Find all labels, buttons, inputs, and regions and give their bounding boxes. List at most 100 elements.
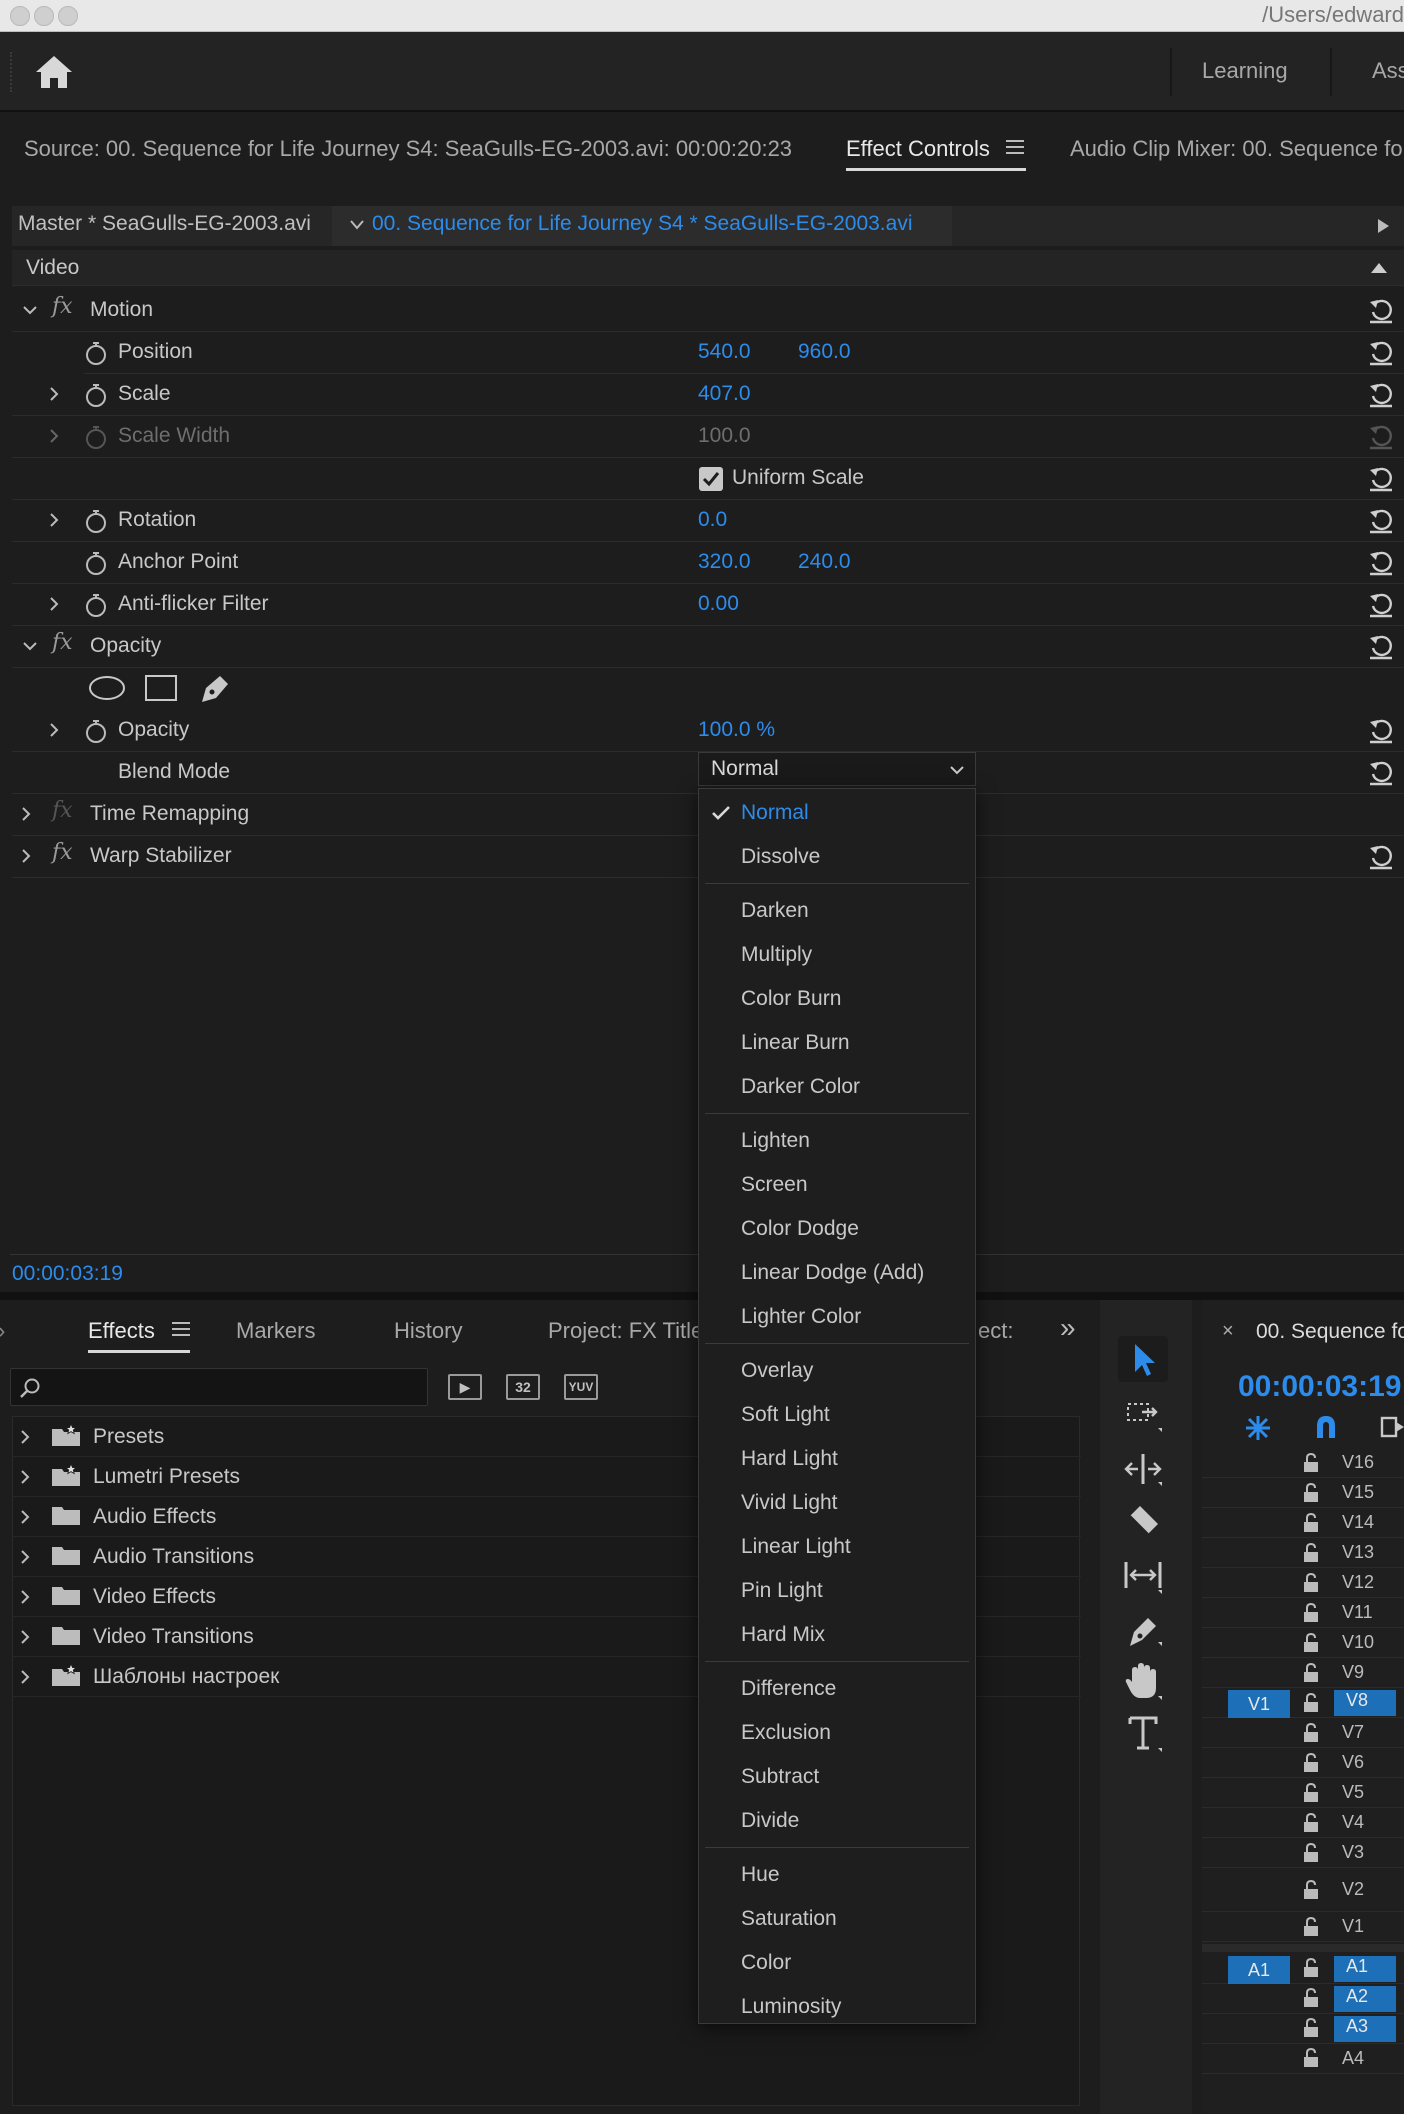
yuv-effects-icon[interactable]: YUV — [564, 1374, 598, 1400]
stopwatch-icon[interactable] — [84, 382, 108, 408]
reset-icon[interactable] — [1366, 758, 1396, 788]
panel-menu-icon[interactable] — [1006, 140, 1024, 154]
chevron-right-icon[interactable] — [15, 1667, 35, 1687]
track-name[interactable]: V15 — [1342, 1482, 1374, 1503]
current-timecode[interactable]: 00:00:03:19 — [12, 1262, 123, 1286]
blend-option-hard-mix[interactable]: Hard Mix — [699, 1613, 975, 1657]
panel-menu-icon[interactable] — [172, 1322, 190, 1336]
blend-option-color-dodge[interactable]: Color Dodge — [699, 1207, 975, 1251]
chevron-right-icon[interactable] — [15, 1627, 35, 1647]
anchor-x-value[interactable]: 320.0 — [698, 550, 751, 574]
blend-option-linear-light[interactable]: Linear Light — [699, 1525, 975, 1569]
track-header-v5[interactable]: V5 — [1202, 1778, 1404, 1808]
track-header-v10[interactable]: V10 — [1202, 1628, 1404, 1658]
linked-selection-icon[interactable] — [1378, 1412, 1404, 1442]
blend-option-lighten[interactable]: Lighten — [699, 1119, 975, 1163]
blend-option-pin-light[interactable]: Pin Light — [699, 1569, 975, 1613]
blend-option-screen[interactable]: Screen — [699, 1163, 975, 1207]
source-patch-v1[interactable]: V1 — [1228, 1690, 1290, 1718]
effect-row-opacity[interactable]: fx Opacity — [12, 626, 1404, 668]
reset-icon[interactable] — [1366, 632, 1396, 662]
position-y-value[interactable]: 960.0 — [798, 340, 851, 364]
rectangle-mask-icon[interactable] — [144, 674, 178, 702]
reset-icon[interactable] — [1366, 380, 1396, 410]
track-name[interactable]: V9 — [1342, 1662, 1364, 1683]
opacity-value[interactable]: 100.0 % — [698, 718, 775, 742]
position-x-value[interactable]: 540.0 — [698, 340, 751, 364]
hand-tool-icon[interactable] — [1118, 1658, 1168, 1704]
blend-option-vivid-light[interactable]: Vivid Light — [699, 1481, 975, 1525]
accelerated-effects-icon[interactable]: ▶ — [448, 1374, 482, 1400]
tab-effects[interactable]: Effects — [88, 1318, 155, 1344]
lock-icon[interactable] — [1302, 2048, 1320, 2068]
track-header-v1[interactable]: V1 — [1202, 1912, 1404, 1942]
effects-search-input[interactable] — [10, 1368, 428, 1406]
param-row-rotation[interactable]: Rotation 0.0 — [12, 500, 1404, 542]
stopwatch-icon[interactable] — [84, 340, 108, 366]
track-header-v13[interactable]: V13 — [1202, 1538, 1404, 1568]
blend-option-darker-color[interactable]: Darker Color — [699, 1065, 975, 1109]
chevron-down-icon[interactable] — [350, 220, 364, 230]
track-name[interactable]: A2 — [1334, 1986, 1396, 2012]
param-row-opacity[interactable]: Opacity 100.0 % — [12, 710, 1404, 752]
track-header-a2[interactable]: A2 — [1202, 1984, 1404, 2014]
track-header-a1[interactable]: A1 A1 — [1202, 1954, 1404, 1984]
blend-option-subtract[interactable]: Subtract — [699, 1755, 975, 1799]
timeline-timecode[interactable]: 00:00:03:19 — [1238, 1370, 1401, 1404]
source-patch-a1[interactable]: A1 — [1228, 1956, 1290, 1984]
blend-option-divide[interactable]: Divide — [699, 1799, 975, 1843]
track-name[interactable]: V14 — [1342, 1512, 1374, 1533]
track-name[interactable]: V7 — [1342, 1722, 1364, 1743]
track-name[interactable]: V6 — [1342, 1752, 1364, 1773]
track-name[interactable]: A3 — [1334, 2016, 1396, 2042]
blend-option-color[interactable]: Color — [699, 1941, 975, 1985]
track-header-a4[interactable]: A4 — [1202, 2044, 1404, 2074]
blend-option-saturation[interactable]: Saturation — [699, 1897, 975, 1941]
reset-icon[interactable] — [1366, 338, 1396, 368]
track-name[interactable]: V16 — [1342, 1452, 1374, 1473]
pen-mask-icon[interactable] — [198, 672, 232, 704]
track-header-v12[interactable]: V12 — [1202, 1568, 1404, 1598]
blend-option-exclusion[interactable]: Exclusion — [699, 1711, 975, 1755]
track-header-v7[interactable]: V7 — [1202, 1718, 1404, 1748]
blend-option-soft-light[interactable]: Soft Light — [699, 1393, 975, 1437]
track-name[interactable]: V1 — [1342, 1916, 1364, 1937]
reset-icon[interactable] — [1366, 506, 1396, 536]
tab-project[interactable]: Project: FX Title — [548, 1318, 703, 1344]
chevron-right-icon[interactable] — [44, 384, 64, 404]
track-name[interactable]: V11 — [1342, 1602, 1373, 1623]
lock-icon[interactable] — [1302, 1813, 1320, 1833]
blend-option-multiply[interactable]: Multiply — [699, 933, 975, 977]
blend-option-linear-dodge-add[interactable]: Linear Dodge (Add) — [699, 1251, 975, 1295]
ripple-edit-tool-icon[interactable] — [1118, 1446, 1168, 1492]
blend-option-luminosity[interactable]: Luminosity — [699, 1985, 975, 2029]
chevron-right-icon[interactable] — [44, 594, 64, 614]
stopwatch-icon[interactable] — [84, 592, 108, 618]
close-tab-icon[interactable]: × — [1222, 1320, 1234, 1343]
lock-icon[interactable] — [1302, 1663, 1320, 1683]
lock-icon[interactable] — [1302, 1917, 1320, 1937]
track-header-v16[interactable]: V16 — [1202, 1448, 1404, 1478]
blend-option-hard-light[interactable]: Hard Light — [699, 1437, 975, 1481]
track-name[interactable]: V5 — [1342, 1782, 1364, 1803]
stopwatch-icon[interactable] — [84, 718, 108, 744]
blend-option-dissolve[interactable]: Dissolve — [699, 835, 975, 879]
pen-tool-icon[interactable] — [1118, 1606, 1168, 1652]
fx-icon[interactable]: fx — [52, 294, 73, 319]
blend-option-normal[interactable]: Normal — [699, 791, 975, 835]
audio-video-divider[interactable] — [1202, 1944, 1404, 1952]
tab-audio-clip-mixer[interactable]: Audio Clip Mixer: 00. Sequence for — [1070, 136, 1404, 162]
lock-icon[interactable] — [1302, 1453, 1320, 1473]
track-header-v8[interactable]: V8 V1 — [1202, 1688, 1404, 1718]
selection-tool-icon[interactable] — [1118, 1336, 1168, 1382]
track-name[interactable]: A1 — [1334, 1956, 1396, 1982]
lock-icon[interactable] — [1302, 1573, 1320, 1593]
lock-icon[interactable] — [1302, 1603, 1320, 1623]
chevron-down-icon[interactable] — [20, 636, 40, 656]
scroll-up-icon[interactable] — [1370, 262, 1388, 274]
lock-icon[interactable] — [1302, 1513, 1320, 1533]
razor-tool-icon[interactable] — [1118, 1500, 1168, 1546]
sequence-clip-tab[interactable]: 00. Sequence for Life Journey S4 * SeaGu… — [332, 206, 952, 246]
reset-icon[interactable] — [1366, 716, 1396, 746]
blend-option-color-burn[interactable]: Color Burn — [699, 977, 975, 1021]
